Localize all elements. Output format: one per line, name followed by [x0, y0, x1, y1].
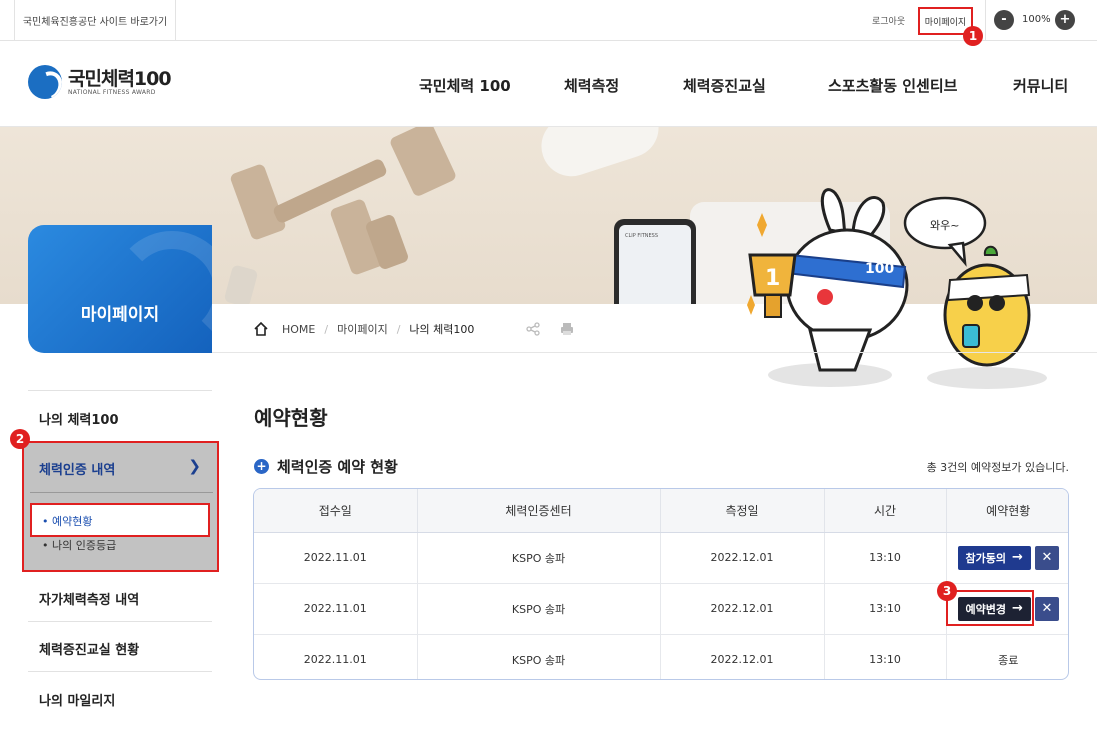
- lnb-my-fitness100[interactable]: 나의 체력100: [39, 409, 119, 428]
- table-row: 2022.11.01 KSPO 송파 2022.12.01 13:10 참가동의…: [254, 532, 1068, 584]
- col-header-measure-date: 측정일: [660, 489, 825, 533]
- print-icon[interactable]: [560, 322, 574, 336]
- trophy-text: 1: [765, 266, 780, 291]
- cell-received-date: 2022.11.01: [254, 532, 418, 584]
- zoom-out-button[interactable]: -: [994, 10, 1014, 30]
- site-header: 국민체력100 NATIONAL FITNESS AWARD 국민체력 100 …: [0, 41, 1097, 127]
- mascot-characters-image: 100 1 와우~: [747, 188, 1047, 389]
- change-reservation-button[interactable]: 예약변경 →: [957, 596, 1031, 621]
- logout-link[interactable]: 로그아웃: [872, 14, 905, 27]
- object-image: [223, 264, 259, 304]
- divider: [985, 0, 986, 41]
- logo-mark-icon: [28, 65, 62, 99]
- cell-center: KSPO 송파: [417, 532, 661, 584]
- lnb-divider: [28, 671, 212, 672]
- cell-measure-date: 2022.12.01: [660, 532, 825, 584]
- lnb-divider: [30, 492, 213, 493]
- lnb-divider: [28, 621, 212, 622]
- table-row: 2022.11.01 KSPO 송파 2022.12.01 13:10 종료: [254, 634, 1068, 679]
- gnb-fitness-measure[interactable]: 체력측정: [564, 75, 619, 96]
- gnb-national-fitness[interactable]: 국민체력 100: [419, 75, 511, 96]
- col-header-status: 예약현황: [946, 489, 1068, 533]
- gnb-sports-incentive[interactable]: 스포츠활동 인센티브: [828, 75, 957, 96]
- lnb-divider: [28, 390, 212, 391]
- cell-center: KSPO 송파: [417, 583, 661, 635]
- home-icon[interactable]: [253, 321, 269, 337]
- phone-image: CLIP FITNESS: [614, 219, 696, 304]
- step-badge-3: 3: [937, 581, 957, 601]
- gnb-fitness-class[interactable]: 체력증진교실: [683, 75, 766, 96]
- breadcrumb: HOME / 마이페이지 / 나의 체력100: [253, 318, 474, 340]
- change-reservation-label: 예약변경: [965, 602, 1007, 616]
- breadcrumb-current: 나의 체력100: [409, 323, 475, 336]
- arrow-right-icon: →: [1012, 601, 1023, 616]
- step-badge-2: 2: [10, 429, 30, 449]
- gnb-community[interactable]: 커뮤니티: [1013, 75, 1068, 96]
- speech-bubble-text: 와우~: [930, 219, 959, 232]
- cell-status-ended: 종료: [998, 653, 1019, 667]
- kspo-site-shortcut-link[interactable]: 국민체육진흥공단 사이트 바로가기: [14, 0, 176, 41]
- zoom-level: 100%: [1022, 14, 1051, 25]
- consent-button[interactable]: 참가동의 →: [957, 545, 1031, 570]
- logo-title: 국민체력100: [68, 67, 172, 90]
- cell-time: 13:10: [824, 634, 947, 679]
- site-logo[interactable]: 국민체력100 NATIONAL FITNESS AWARD: [28, 65, 172, 99]
- arrow-right-icon: →: [1012, 550, 1023, 565]
- cell-center: KSPO 송파: [417, 634, 661, 679]
- lnb-sub-my-cert-grade[interactable]: • 나의 인증등급: [42, 537, 116, 553]
- table-header-row: 접수일 체력인증센터 측정일 시간 예약현황: [254, 489, 1068, 533]
- breadcrumb-home[interactable]: HOME: [282, 323, 315, 336]
- chevron-right-icon: ❯: [188, 457, 201, 475]
- cancel-reservation-button[interactable]: ✕: [1034, 596, 1059, 621]
- dumbbell-weight-image: [388, 127, 458, 198]
- phone-brand-text: CLIP FITNESS: [625, 233, 659, 239]
- headband-text: 100: [865, 261, 894, 277]
- cell-time: 13:10: [824, 583, 947, 635]
- utility-bar: 국민체육진흥공단 사이트 바로가기 로그아웃 마이페이지 - 100% +: [0, 0, 1097, 41]
- cell-measure-date: 2022.12.01: [660, 583, 825, 635]
- dumbbell-weight-image: [229, 162, 287, 242]
- lnb-self-fitness-history[interactable]: 자가체력측정 내역: [39, 589, 139, 608]
- cell-measure-date: 2022.12.01: [660, 634, 825, 679]
- col-header-center: 체력인증센터: [417, 489, 661, 533]
- breadcrumb-divider: [212, 352, 1097, 353]
- cell-time: 13:10: [824, 532, 947, 584]
- page-title: 예약현황: [254, 406, 328, 430]
- water-bottle-image: [533, 127, 667, 185]
- section-heading-text: 체력인증 예약 현황: [277, 458, 398, 476]
- lnb-sub-reservation-status[interactable]: • 예약현황: [42, 513, 92, 529]
- breadcrumb-separator: /: [324, 322, 329, 336]
- zoom-in-button[interactable]: +: [1055, 10, 1075, 30]
- section-title-box: 마이페이지: [28, 225, 212, 353]
- plus-circle-icon: +: [254, 459, 269, 474]
- lnb-fitness-class-status[interactable]: 체력증진교실 현황: [39, 639, 139, 658]
- cancel-reservation-button[interactable]: ✕: [1034, 545, 1059, 570]
- cell-received-date: 2022.11.01: [254, 634, 418, 679]
- consent-button-label: 참가동의: [965, 551, 1007, 565]
- swoosh-decoration: [112, 231, 212, 351]
- breadcrumb-mypage[interactable]: 마이페이지: [337, 321, 388, 337]
- cell-status: 예약변경 → ✕: [946, 583, 1068, 635]
- breadcrumb-separator: /: [396, 322, 401, 336]
- cell-status: 참가동의 → ✕: [946, 532, 1068, 584]
- share-icon[interactable]: [526, 322, 540, 336]
- col-header-received-date: 접수일: [254, 489, 418, 533]
- step-badge-1: 1: [963, 26, 983, 46]
- col-header-time: 시간: [824, 489, 947, 533]
- cell-received-date: 2022.11.01: [254, 583, 418, 635]
- reservation-count-text: 총 3건의 예약정보가 있습니다.: [926, 461, 1069, 474]
- section-heading: + 체력인증 예약 현황: [254, 456, 398, 477]
- logo-subtitle: NATIONAL FITNESS AWARD: [68, 88, 156, 96]
- lnb-fitness-cert-label: 체력인증 내역: [39, 463, 116, 478]
- lnb-my-mileage[interactable]: 나의 마일리지: [39, 690, 115, 709]
